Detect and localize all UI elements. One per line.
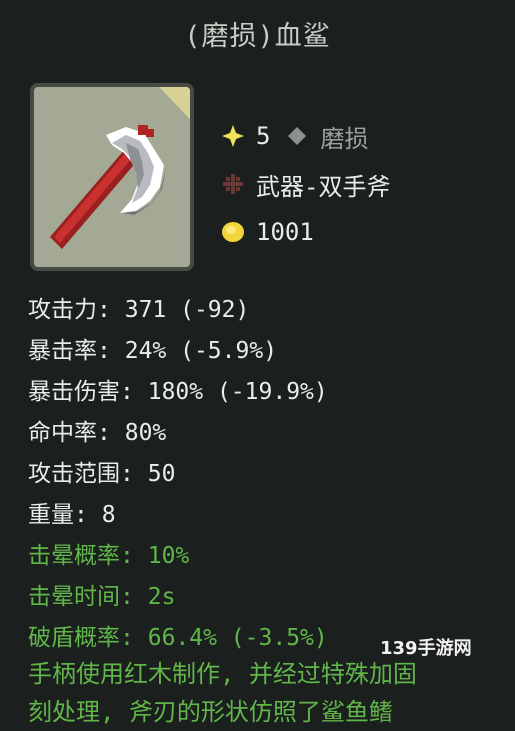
star-count: 5 <box>256 122 271 150</box>
rarity-row: 5 磨损 <box>220 112 390 160</box>
attribute-row: 击晕概率: 10% <box>28 543 190 569</box>
attribute-row: 攻击力: 371 (-92) <box>28 297 250 323</box>
diamond-icon <box>284 123 310 149</box>
item-summary: 5 磨损 武器-双手斧 1001 <box>220 112 390 256</box>
item-icon-frame[interactable] <box>30 83 194 271</box>
price-row: 1001 <box>220 208 390 256</box>
attribute-row: 击晕时间: 2s <box>28 584 176 610</box>
description-line: 刻处理, 斧刃的形状仿照了鲨鱼鳍 <box>28 698 393 726</box>
attribute-row: 命中率: 80% <box>28 420 167 446</box>
attribute-list: 攻击力: 371 (-92) 暴击率: 24% (-5.9%) 暴击伤害: 18… <box>28 290 328 659</box>
attribute-row: 重量: 8 <box>28 502 116 528</box>
attribute-row: 暴击率: 24% (-5.9%) <box>28 338 278 364</box>
category-row: 武器-双手斧 <box>220 160 390 208</box>
attribute-row: 攻击范围: 50 <box>28 461 176 487</box>
price-value: 1001 <box>256 218 314 246</box>
watermark-logo: 139手游网 <box>380 638 472 659</box>
item-title: (磨损)血鲨 <box>184 21 331 52</box>
axe-icon <box>50 87 190 249</box>
category-label: 武器-双手斧 <box>256 172 391 201</box>
attribute-row: 暴击伤害: 180% (-19.9%) <box>28 379 328 405</box>
description-line: 手柄使用红木制作, 并经过特殊加固 <box>28 660 417 688</box>
condition-label: 磨损 <box>320 124 369 153</box>
coin-icon <box>220 219 246 245</box>
weapon-type-icon <box>220 171 246 197</box>
attribute-row: 破盾概率: 66.4% (-3.5%) <box>28 625 328 651</box>
star-icon <box>220 123 246 149</box>
